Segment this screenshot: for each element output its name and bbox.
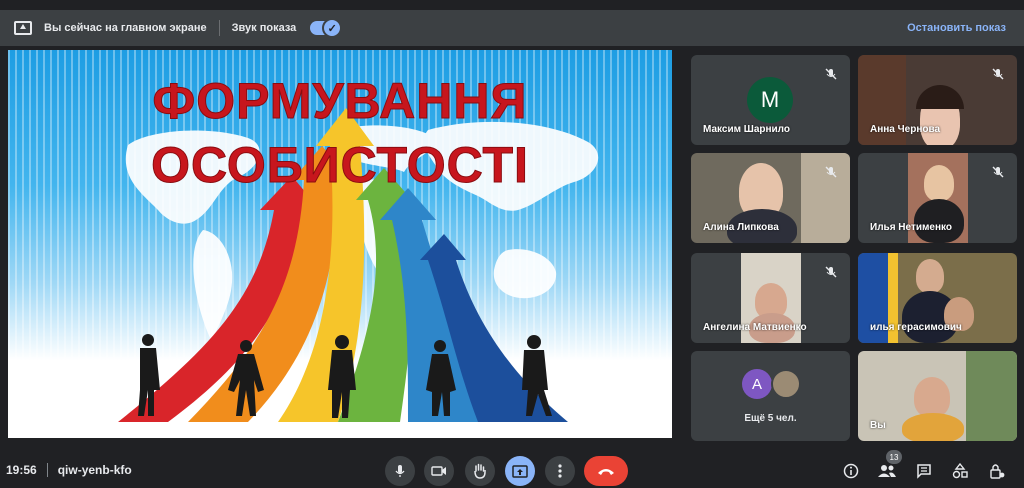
- presenting-text: Вы сейчас на главном экране: [44, 22, 207, 34]
- host-controls-button[interactable]: [987, 461, 1007, 481]
- video-feed: [924, 165, 954, 201]
- participant-tile[interactable]: Ангелина Матвиенко: [691, 253, 850, 343]
- avatar: M: [747, 77, 793, 123]
- video-feed: [902, 413, 964, 441]
- people-icon: [878, 465, 896, 477]
- present-screen-icon: [512, 464, 528, 478]
- hand-icon: [474, 463, 486, 479]
- participant-name: илья герасимович: [870, 322, 962, 333]
- banner-divider: [218, 20, 220, 36]
- clock: 19:56: [6, 463, 37, 477]
- participant-name: Алина Липкова: [703, 222, 779, 233]
- participant-name: Илья Нетименко: [870, 222, 952, 233]
- more-options-button[interactable]: [545, 456, 575, 486]
- leave-call-button[interactable]: [584, 456, 628, 486]
- video-feed: [966, 351, 1017, 441]
- activities-button[interactable]: [950, 461, 970, 481]
- mic-icon: [395, 465, 405, 477]
- mic-off-icon: [992, 166, 1004, 178]
- present-button[interactable]: [505, 456, 535, 486]
- participant-count-badge: 13: [886, 450, 902, 464]
- videocam-icon: [431, 466, 446, 476]
- mic-off-icon: [825, 166, 837, 178]
- call-end-icon: [598, 469, 614, 475]
- participant-name: Ангелина Матвиенко: [703, 322, 807, 333]
- participant-tile[interactable]: M Максим Шарнило: [691, 55, 850, 145]
- slide-title-line2: ОСОБИСТОСТІ: [151, 137, 529, 194]
- check-icon: ✓: [322, 18, 343, 38]
- mic-off-icon: [825, 266, 837, 278]
- video-feed: [916, 85, 964, 109]
- chat-button[interactable]: [914, 461, 934, 481]
- meeting-details-button[interactable]: [841, 461, 861, 481]
- chat-icon: [917, 464, 931, 479]
- participant-tile[interactable]: Анна Чернова: [858, 55, 1017, 145]
- sound-toggle[interactable]: ✓: [310, 18, 343, 38]
- more-vert-icon: [558, 464, 562, 478]
- more-participants-tile[interactable]: A Ещё 5 чел.: [691, 351, 850, 441]
- video-feed: [914, 199, 964, 243]
- raise-hand-button[interactable]: [465, 456, 495, 486]
- participant-name: Анна Чернова: [870, 124, 941, 135]
- sound-label: Звук показа: [231, 22, 297, 34]
- participant-tile[interactable]: Илья Нетименко: [858, 153, 1017, 243]
- mic-button[interactable]: [385, 456, 415, 486]
- self-view-tile[interactable]: Вы: [858, 351, 1017, 441]
- bottom-divider: [46, 463, 48, 477]
- participants-button[interactable]: [877, 461, 897, 481]
- video-feed: [914, 377, 950, 417]
- video-feed: [916, 259, 944, 293]
- info-icon: [843, 463, 859, 479]
- mic-off-icon: [825, 68, 837, 80]
- meeting-code: qiw-yenb-kfo: [57, 463, 132, 477]
- avatar: A: [742, 369, 772, 399]
- meet-window: Вы сейчас на главном экране Звук показа …: [0, 0, 1024, 488]
- mic-off-icon: [992, 68, 1004, 80]
- shapes-icon: [952, 463, 968, 479]
- stop-presenting-button[interactable]: Остановить показ: [907, 22, 1006, 34]
- participant-name: Максим Шарнило: [703, 124, 791, 135]
- more-participants-label: Ещё 5 чел.: [744, 413, 797, 424]
- shared-slide: ФОРМУВАННЯ ОСОБИСТОСТІ: [8, 50, 672, 438]
- avatar: [771, 369, 801, 399]
- participant-name: Вы: [870, 420, 886, 431]
- camera-button[interactable]: [424, 456, 454, 486]
- participant-tile[interactable]: Алина Липкова: [691, 153, 850, 243]
- slide-title-line1: ФОРМУВАННЯ: [152, 73, 528, 130]
- present-screen-icon: [14, 21, 32, 35]
- lock-person-icon: [990, 464, 1005, 479]
- presenting-banner: Вы сейчас на главном экране Звук показа …: [0, 10, 1024, 46]
- participant-tile[interactable]: илья герасимович: [858, 253, 1017, 343]
